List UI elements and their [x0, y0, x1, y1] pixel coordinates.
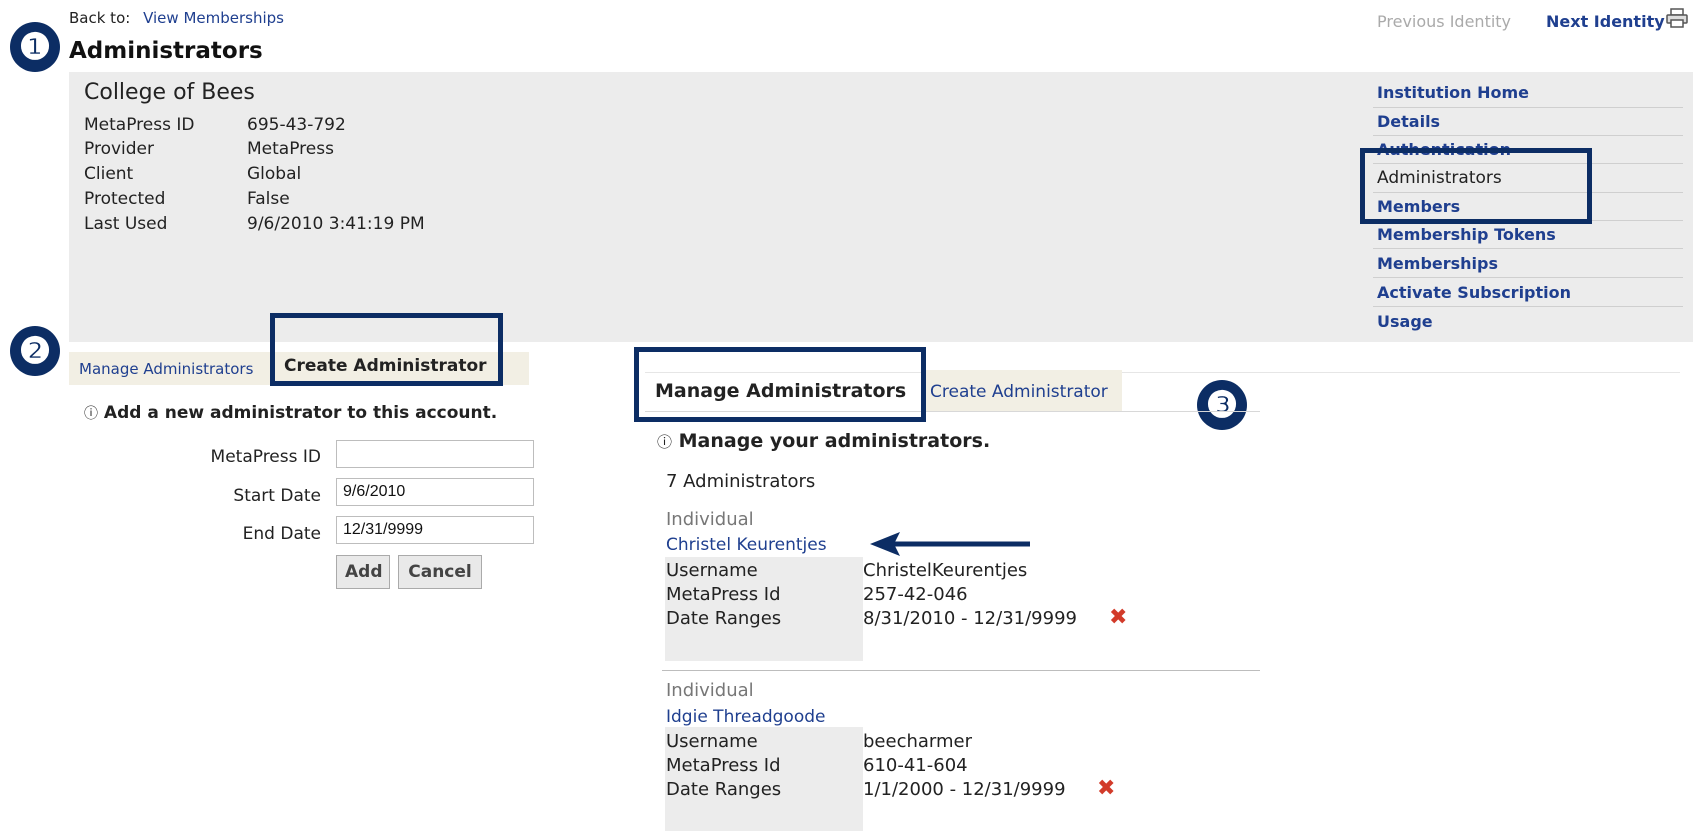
- admin-name-link[interactable]: Idgie Threadgoode: [666, 707, 825, 727]
- date-ranges-label: Date Ranges: [666, 779, 782, 800]
- info-icon: ⓘ: [657, 433, 673, 451]
- manage-info-text: Manage your administrators.: [678, 430, 991, 452]
- metapress-id-value: 257-42-046: [863, 584, 968, 605]
- back-to-label: Back to:: [69, 9, 131, 27]
- start-date-label: Start Date: [233, 486, 321, 506]
- username-value: beecharmer: [863, 731, 973, 752]
- start-date-input[interactable]: [336, 478, 534, 506]
- back-to-bar: Back to: View Memberships: [69, 9, 284, 27]
- delete-date-range-icon[interactable]: ✖: [1109, 605, 1127, 630]
- callout-badge-3: ❸: [1197, 380, 1247, 430]
- create-info-text: Add a new administrator to this account.: [103, 403, 498, 423]
- client-label: Client: [84, 164, 134, 184]
- date-ranges-label: Date Ranges: [666, 608, 782, 629]
- protected-value: False: [247, 189, 290, 209]
- last-used-label: Last Used: [84, 214, 168, 234]
- nav-item-activate-subscription[interactable]: Activate Subscription: [1377, 283, 1571, 302]
- username-value: ChristelKeurentjes: [863, 560, 1028, 581]
- provider-value: MetaPress: [247, 139, 334, 159]
- nav-divider: [1373, 306, 1683, 307]
- end-date-label: End Date: [242, 524, 321, 544]
- admin-count: 7 Administrators: [666, 471, 816, 492]
- nav-divider: [1373, 277, 1683, 278]
- arrow-pointer: [870, 530, 1034, 558]
- nav-divider: [1373, 135, 1683, 136]
- nav-divider: [1373, 107, 1683, 108]
- nav-item-membership-tokens[interactable]: Membership Tokens: [1377, 225, 1556, 244]
- admin-name-link[interactable]: Christel Keurentjes: [666, 535, 827, 555]
- last-used-value: 9/6/2010 3:41:19 PM: [247, 214, 425, 234]
- callout-badge-1: ❶: [10, 22, 60, 72]
- previous-identity-link: Previous Identity: [1377, 12, 1512, 31]
- username-label: Username: [666, 731, 758, 752]
- protected-label: Protected: [84, 189, 166, 209]
- metapress-id-input[interactable]: [336, 440, 534, 468]
- institution-name: College of Bees: [84, 80, 255, 105]
- username-label: Username: [666, 560, 758, 581]
- admin-divider: [662, 670, 1260, 671]
- date-range-value: 1/1/2000 - 12/31/9999: [863, 779, 1066, 800]
- metapress-id-value: 695-43-792: [247, 115, 346, 135]
- manage-info-line: ⓘ Manage your administrators.: [657, 430, 990, 452]
- next-identity-link[interactable]: Next Identity: [1546, 12, 1665, 31]
- callout-badge-2: ❷: [10, 326, 60, 376]
- metapress-id-value: 610-41-604: [863, 755, 968, 776]
- view-memberships-link[interactable]: View Memberships: [143, 9, 284, 27]
- highlight-box-nav: [1360, 148, 1592, 224]
- metapress-id-label: MetaPress Id: [666, 584, 781, 605]
- nav-item-details[interactable]: Details: [1377, 112, 1440, 131]
- highlight-box-create-tab: [270, 313, 503, 386]
- date-range-value: 8/31/2010 - 12/31/9999: [863, 608, 1077, 629]
- info-icon: ⓘ: [84, 406, 98, 422]
- tab-create-administrator-link[interactable]: Create Administrator: [930, 382, 1108, 402]
- nav-item-memberships[interactable]: Memberships: [1377, 254, 1498, 273]
- printer-icon[interactable]: [1666, 8, 1688, 28]
- provider-label: Provider: [84, 139, 154, 159]
- nav-item-usage[interactable]: Usage: [1377, 312, 1433, 331]
- highlight-box-manage-tab: [634, 347, 926, 422]
- create-info-line: ⓘ Add a new administrator to this accoun…: [84, 403, 497, 423]
- metapress-id-label: MetaPress Id: [666, 755, 781, 776]
- nav-divider: [1373, 248, 1683, 249]
- metapress-id-field-label: MetaPress ID: [210, 447, 321, 467]
- tab-manage-administrators[interactable]: Manage Administrators: [79, 360, 253, 378]
- admin-type: Individual: [666, 509, 754, 530]
- admin-type: Individual: [666, 680, 754, 701]
- end-date-input[interactable]: [336, 516, 534, 544]
- delete-date-range-icon[interactable]: ✖: [1097, 776, 1115, 801]
- page-title: Administrators: [69, 38, 263, 64]
- cancel-button[interactable]: Cancel: [398, 555, 482, 589]
- nav-item-institution-home[interactable]: Institution Home: [1377, 83, 1529, 102]
- metapress-id-label: MetaPress ID: [84, 115, 195, 135]
- client-value: Global: [247, 164, 302, 184]
- add-button[interactable]: Add: [336, 555, 390, 589]
